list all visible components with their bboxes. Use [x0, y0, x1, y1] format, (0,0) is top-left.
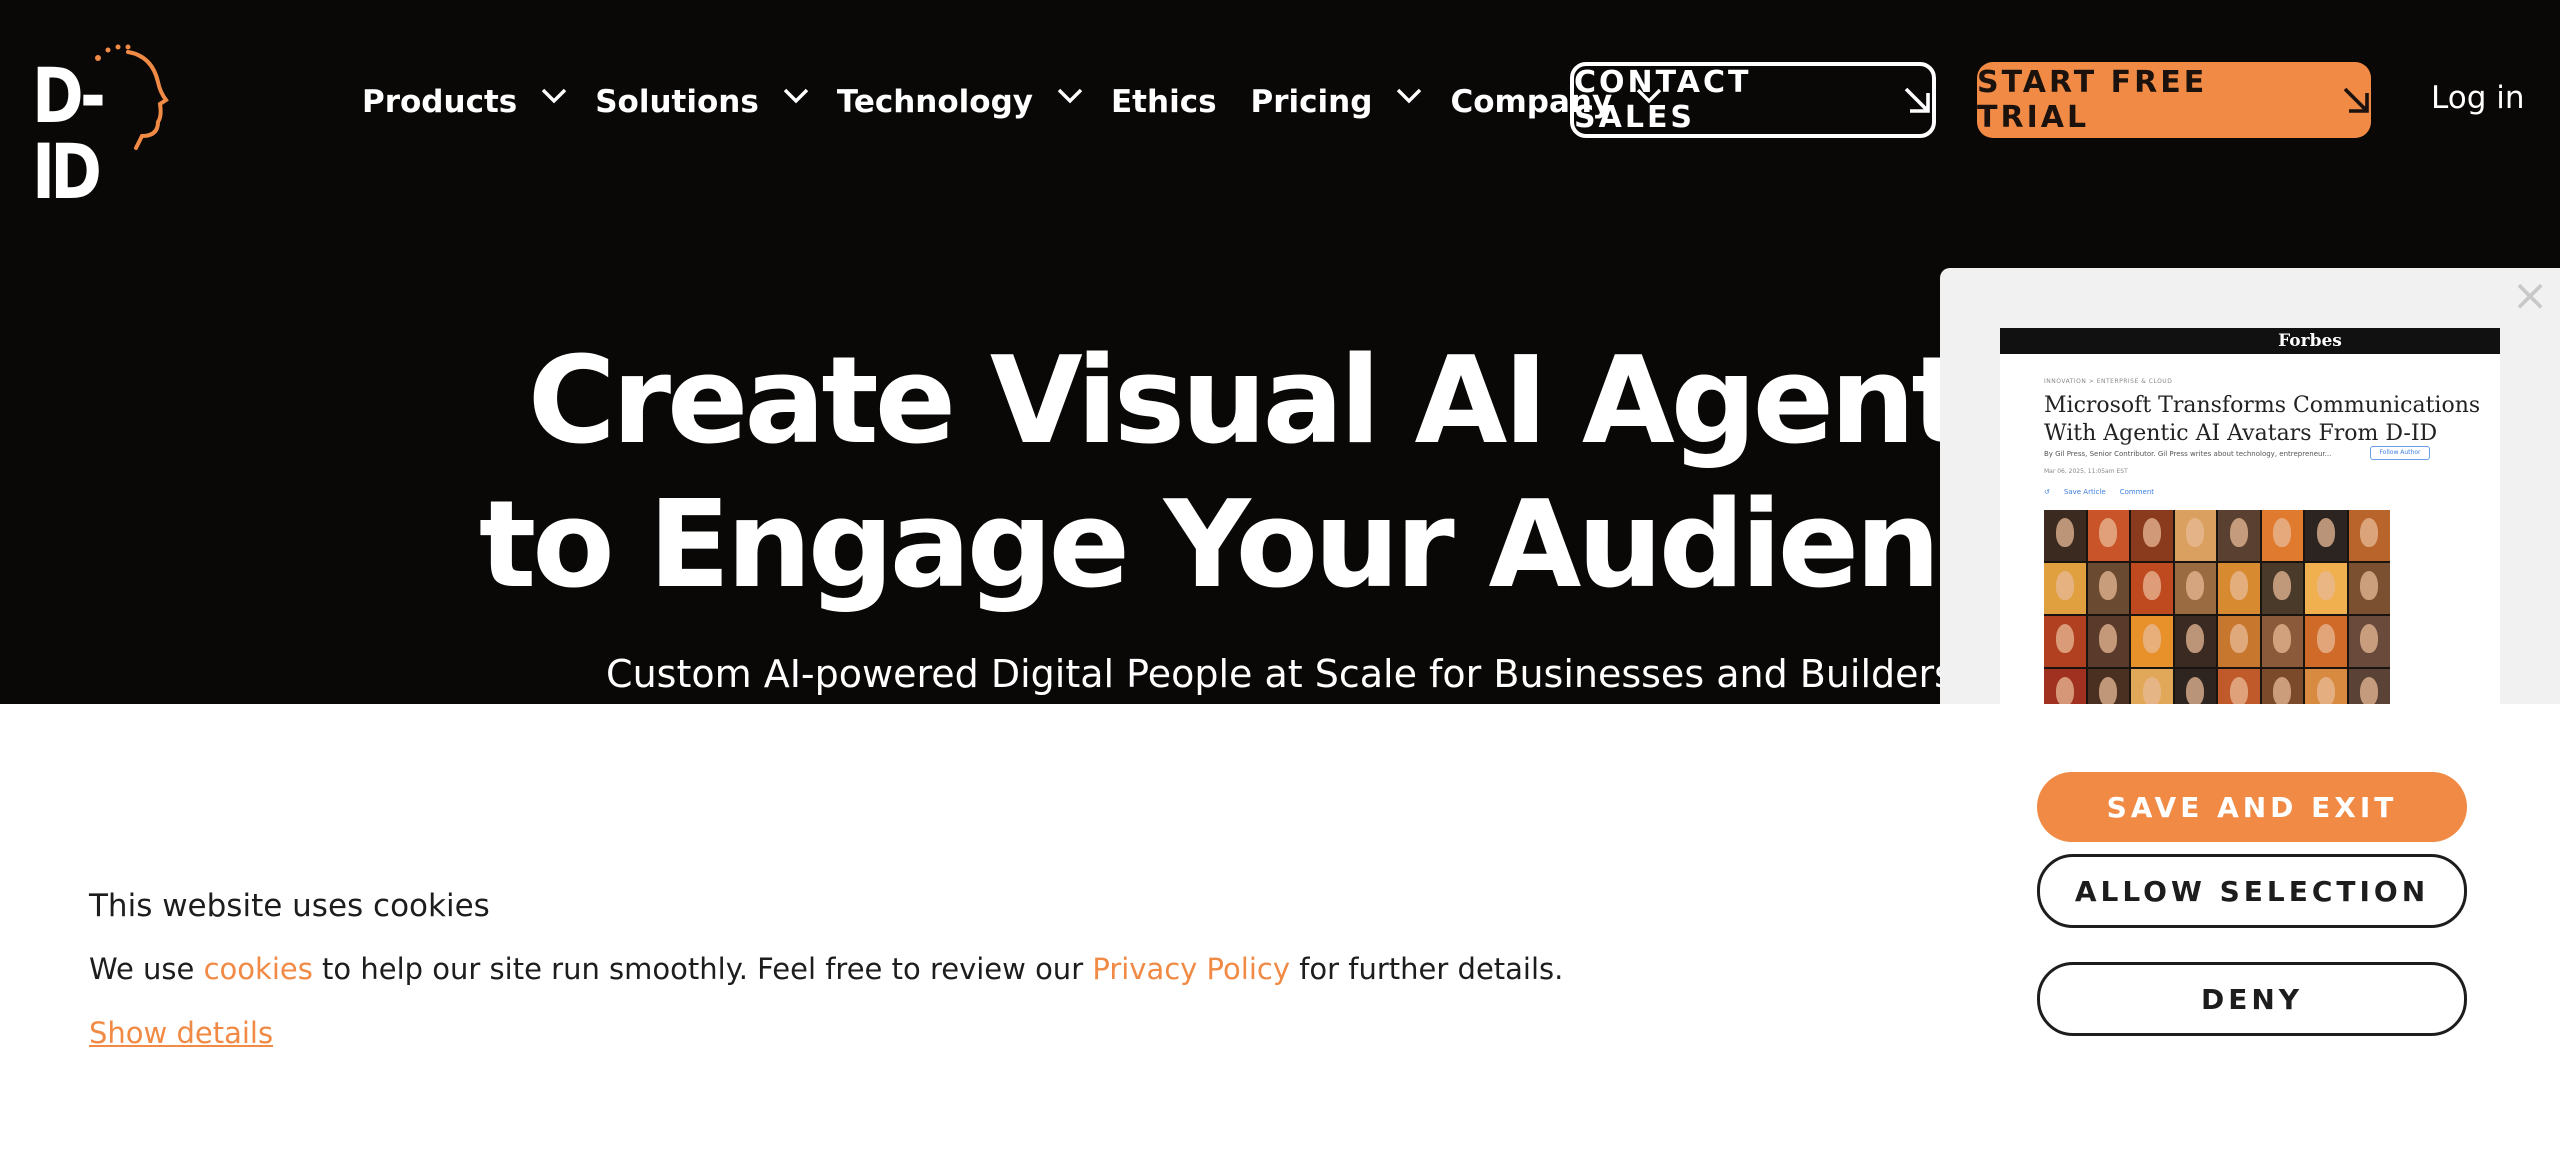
avatar-tile — [2174, 563, 2216, 614]
d-id-logo[interactable]: D-ID — [32, 44, 172, 210]
login-link[interactable]: Log in — [2431, 80, 2524, 116]
avatar-tile — [2044, 510, 2086, 561]
article-preview: Forbes INNOVATION > ENTERPRISE & CLOUD M… — [2000, 328, 2500, 708]
forbes-masthead: Forbes — [2000, 328, 2500, 354]
top-navigation: D-ID Products Solutions Technology Ethic… — [0, 0, 2560, 210]
avatar-mosaic-image — [2044, 510, 2390, 708]
avatar-tile — [2218, 616, 2260, 667]
cookie-banner: This website uses cookies We use cookies… — [0, 704, 2560, 1162]
chevron-down-icon — [541, 88, 567, 108]
cookies-link[interactable]: cookies — [204, 952, 313, 986]
nav-products[interactable]: Products — [362, 84, 567, 120]
cookie-title: This website uses cookies — [89, 888, 490, 924]
start-free-trial-label: START FREE TRIAL — [1977, 65, 2208, 135]
avatar-tile — [2131, 616, 2173, 667]
contact-sales-label: CONTACT SALES — [1574, 65, 1752, 135]
nav-solutions-label: Solutions — [595, 84, 759, 120]
nav-ethics[interactable]: Ethics — [1111, 84, 1217, 120]
avatar-tile — [2218, 563, 2260, 614]
comment-link: Comment — [2119, 488, 2155, 496]
avatar-tile — [2174, 616, 2216, 667]
avatar-tile — [2348, 616, 2390, 667]
forbes-article-popup[interactable]: × Forbes INNOVATION > ENTERPRISE & CLOUD… — [1940, 268, 2560, 708]
avatar-tile — [2305, 616, 2347, 667]
contact-sales-button[interactable]: CONTACT SALES — [1570, 62, 1936, 138]
avatar-tile — [2131, 669, 2173, 708]
avatar-tile — [2087, 510, 2129, 561]
article-actions: ↺ Save Article Comment — [2044, 488, 2154, 496]
avatar-tile — [2261, 563, 2303, 614]
avatar-tile — [2087, 616, 2129, 667]
save-article-link: Save Article — [2063, 488, 2106, 496]
avatar-tile — [2305, 563, 2347, 614]
avatar-tile — [2305, 510, 2347, 561]
save-and-exit-button[interactable]: SAVE AND EXIT — [2037, 772, 2467, 842]
avatar-tile — [2087, 669, 2129, 708]
avatar-tile — [2348, 669, 2390, 708]
avatar-tile — [2305, 669, 2347, 708]
avatar-tile — [2044, 563, 2086, 614]
privacy-policy-link[interactable]: Privacy Policy — [1092, 952, 1290, 986]
logo-head-outline-icon — [95, 44, 169, 150]
nav-pricing-label: Pricing — [1250, 84, 1373, 120]
article-headline: Microsoft Transforms Communications With… — [2044, 393, 2481, 446]
cookie-text-middle: to help our site run smoothly. Feel free… — [312, 952, 1093, 986]
nav-products-label: Products — [362, 84, 518, 120]
close-icon[interactable]: × — [2510, 274, 2550, 318]
cookie-description: We use cookies to help our site run smoo… — [89, 952, 1563, 986]
nav-pricing[interactable]: Pricing — [1250, 84, 1422, 120]
nav-solutions[interactable]: Solutions — [595, 84, 809, 120]
deny-button[interactable]: DENY — [2037, 962, 2467, 1036]
avatar-tile — [2131, 510, 2173, 561]
article-date: Mar 06, 2025, 11:05am EST — [2044, 468, 2128, 475]
arrow-down-right-icon — [1902, 85, 1932, 115]
allow-selection-button[interactable]: ALLOW SELECTION — [2037, 854, 2467, 928]
chevron-down-icon — [1396, 88, 1422, 108]
chevron-down-icon — [1057, 88, 1083, 108]
nav-technology[interactable]: Technology — [836, 84, 1083, 120]
start-free-trial-button[interactable]: START FREE TRIAL — [1977, 62, 2371, 138]
avatar-tile — [2261, 510, 2303, 561]
avatar-tile — [2261, 616, 2303, 667]
avatar-tile — [2131, 563, 2173, 614]
avatar-tile — [2218, 669, 2260, 708]
avatar-tile — [2174, 669, 2216, 708]
share-icon: ↺ — [2044, 488, 2050, 496]
cookie-text-after: for further details. — [1289, 952, 1564, 986]
arrow-down-right-icon — [2341, 85, 2371, 115]
avatar-tile — [2348, 563, 2390, 614]
avatar-tile — [2044, 669, 2086, 708]
nav-technology-label: Technology — [836, 84, 1033, 120]
avatar-tile — [2044, 616, 2086, 667]
cookie-text-before: We use — [89, 952, 204, 986]
avatar-tile — [2348, 510, 2390, 561]
show-details-link[interactable]: Show details — [89, 1016, 273, 1050]
article-byline: By Gil Press, Senior Contributor. Gil Pr… — [2044, 450, 2332, 458]
avatar-tile — [2261, 669, 2303, 708]
avatar-tile — [2218, 510, 2260, 561]
avatar-tile — [2087, 563, 2129, 614]
nav-ethics-label: Ethics — [1111, 84, 1217, 120]
avatar-tile — [2174, 510, 2216, 561]
chevron-down-icon — [783, 88, 809, 108]
follow-author-button: Follow Author — [2370, 446, 2430, 460]
main-menu: Products Solutions Technology Ethics Pri… — [362, 80, 1690, 124]
article-breadcrumb: INNOVATION > ENTERPRISE & CLOUD — [2044, 378, 2173, 385]
